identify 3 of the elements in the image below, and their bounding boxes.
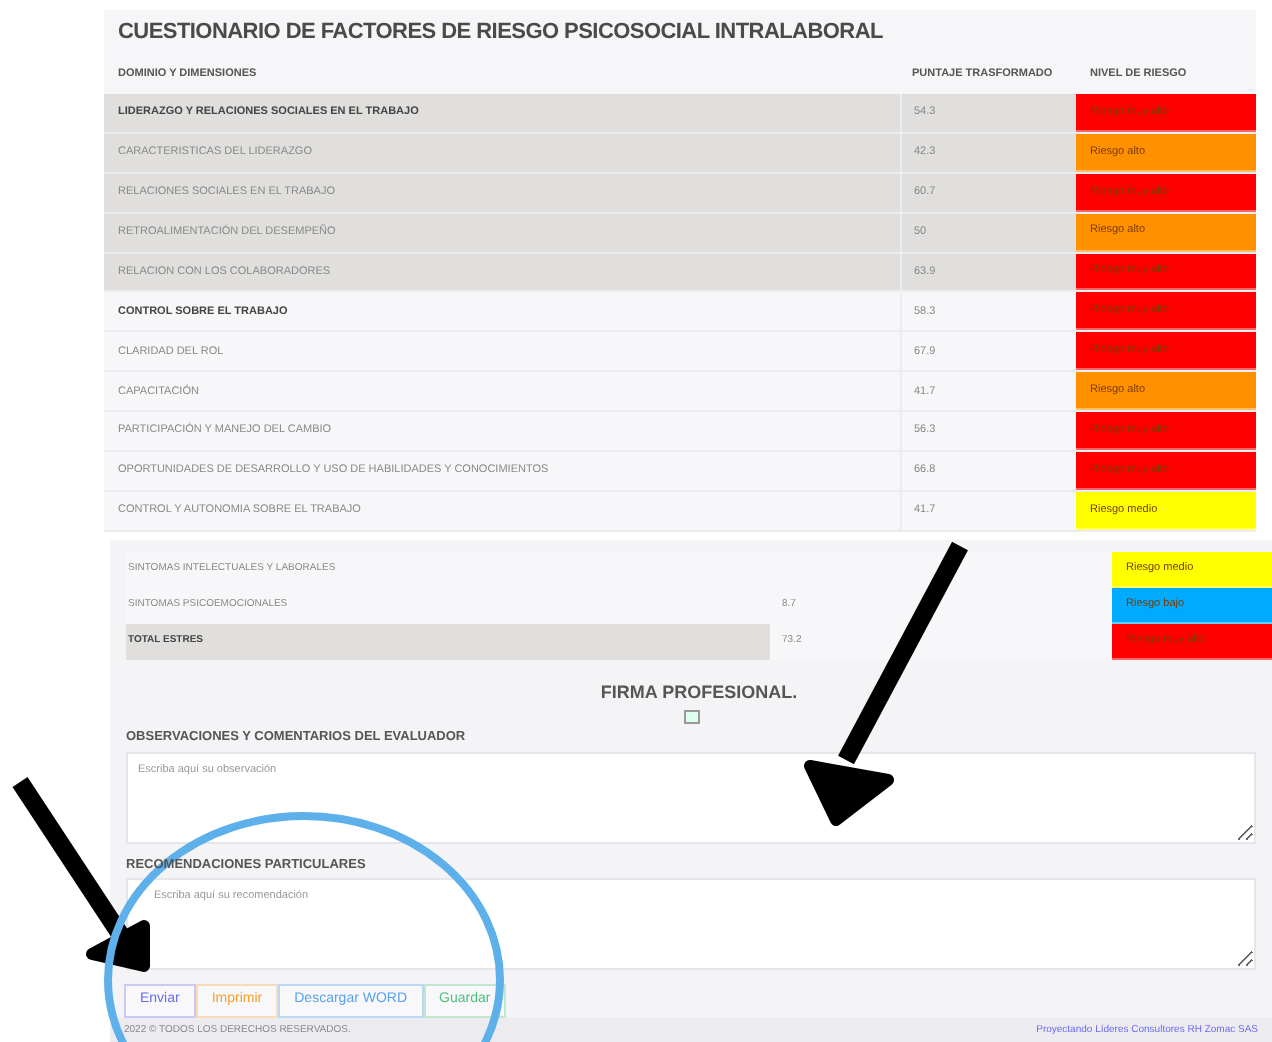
broken-image-icon bbox=[683, 710, 699, 725]
table-title: CUESTIONARIO DE FACTORES DE RIESGO PSICOSOCIAL INTRALABORAL bbox=[116, 18, 885, 49]
section-title: FIRMA PROFESIONAL. bbox=[598, 679, 800, 706]
